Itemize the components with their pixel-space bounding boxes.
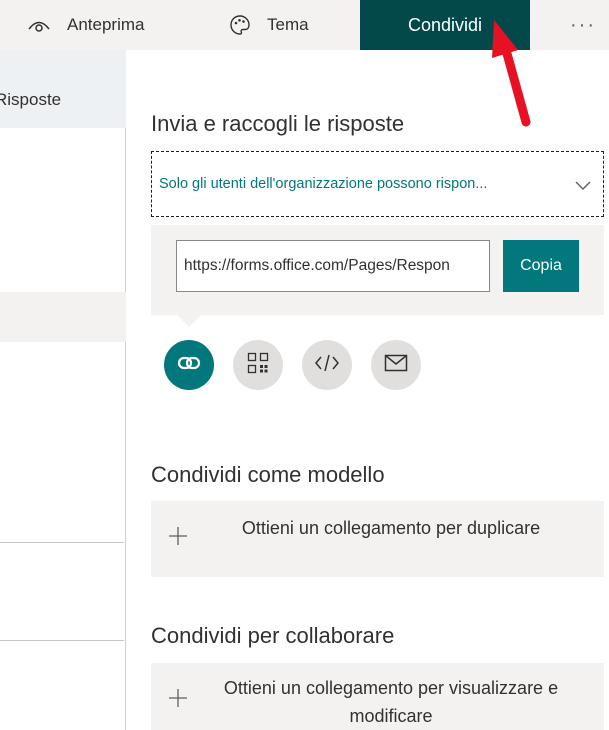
left-pane-band	[0, 292, 126, 342]
collaborate-link-label: Ottieni un collegamento per visualizzare…	[223, 678, 559, 726]
command-bar: Anteprima Tema Condividi ···	[0, 0, 609, 50]
share-method-qr-code[interactable]	[233, 340, 283, 390]
template-section-title: Condividi come modello	[151, 462, 385, 487]
more-options-button[interactable]: ···	[565, 0, 601, 50]
collaborate-link-button[interactable]: Ottieni un collegamento per visualizzare…	[151, 663, 604, 730]
embed-code-icon	[314, 354, 340, 377]
share-method-email[interactable]	[371, 340, 421, 390]
collaborate-section-title: Condividi per collaborare	[151, 623, 395, 648]
chevron-down-icon	[575, 178, 591, 196]
left-pane-divider	[0, 542, 124, 543]
tab-responses[interactable]: Risposte	[0, 72, 126, 128]
preview-button[interactable]: Anteprima	[28, 0, 144, 50]
left-pane-divider	[0, 640, 124, 641]
left-pane	[0, 50, 126, 730]
share-method-embed[interactable]	[302, 340, 352, 390]
preview-label: Anteprima	[67, 15, 145, 34]
left-pane-shade	[0, 50, 126, 72]
share-method-link[interactable]	[164, 340, 214, 390]
plus-icon	[167, 687, 189, 714]
theme-button[interactable]: Tema	[229, 0, 309, 50]
plus-icon	[167, 525, 189, 552]
permission-dropdown[interactable]: Solo gli utenti dell'organizzazione poss…	[151, 151, 604, 217]
email-icon	[384, 354, 408, 377]
theme-label: Tema	[267, 15, 309, 34]
duplicate-link-label: Ottieni un collegamento per duplicare	[241, 518, 541, 538]
link-box-pointer	[177, 315, 201, 327]
send-section-title: Invia e raccogli le risposte	[151, 111, 405, 136]
share-tab[interactable]: Condividi	[360, 0, 530, 50]
copy-button[interactable]: Copia	[503, 240, 579, 292]
tab-responses-label: Risposte	[0, 90, 62, 109]
share-panel: Invia e raccogli le risposte Solo gli ut…	[127, 50, 609, 730]
ellipsis-icon: ···	[570, 13, 596, 36]
duplicate-link-button[interactable]: Ottieni un collegamento per duplicare	[151, 501, 604, 577]
eye-icon	[28, 18, 50, 32]
permission-selected-value: Solo gli utenti dell'organizzazione poss…	[159, 176, 488, 192]
qr-code-icon	[247, 352, 269, 379]
share-link-input[interactable]	[176, 240, 490, 292]
share-label: Condividi	[407, 14, 483, 35]
link-box: Copia	[151, 225, 604, 315]
palette-icon	[229, 14, 251, 36]
link-icon	[176, 350, 202, 381]
